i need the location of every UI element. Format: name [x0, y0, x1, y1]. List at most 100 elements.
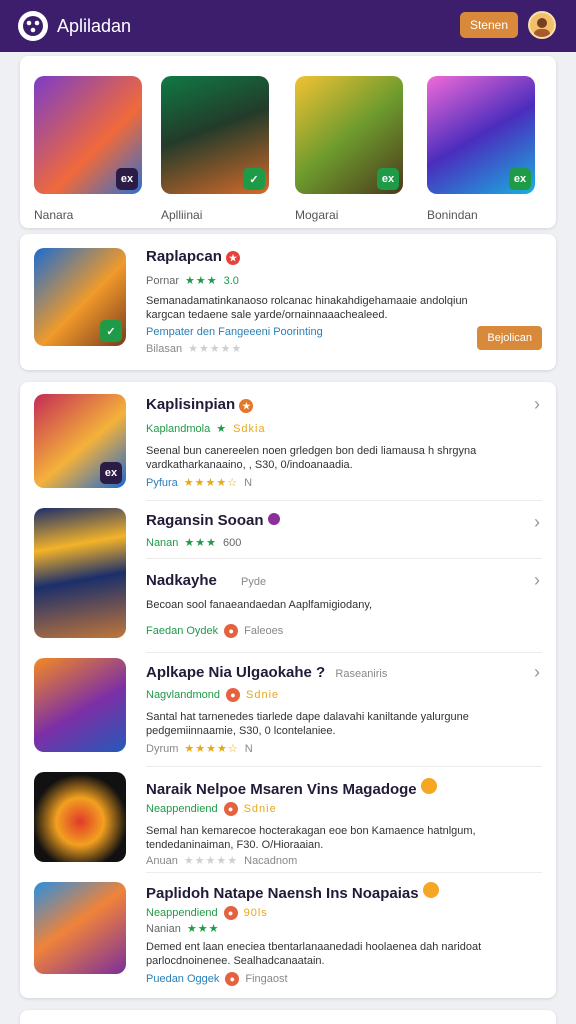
app-name: Kaplisinpian	[146, 396, 236, 413]
developer-extra: Faleoes	[244, 625, 284, 637]
category-row: Nagvlandmond ● Sdnie	[146, 688, 279, 702]
app-tag: Raseaniris	[335, 668, 388, 680]
rating-row: Anuan ★★★★★ Nacadnom	[146, 854, 298, 868]
badge-icon: ●	[226, 688, 240, 702]
app-name: Ragansin Sooan	[146, 512, 264, 529]
category-label: Nanan	[146, 536, 179, 549]
app-name: Paplidoh Natape Naensh Ins Noapaias	[146, 885, 419, 902]
category-label: Neappendiend	[146, 803, 218, 815]
list-item-title[interactable]: Ragansin Sooan	[146, 512, 280, 529]
sub-rating-stars: ★★★	[186, 923, 220, 935]
app-description: Semanadamatinkanaoso rolcanac hinakahdig…	[146, 295, 468, 321]
rating-label: Pyfura	[146, 476, 178, 489]
featured-carousel: ex Nanara ✓ Aplliinai ex Mogarai ex Boni…	[20, 56, 556, 228]
featured-badge-icon: ex	[377, 168, 399, 190]
sub-rating-row: Bilasan ★★★★★	[146, 342, 243, 356]
list-item-title[interactable]: Kaplisinpian ★	[146, 396, 254, 413]
rating-label: Dyrum	[146, 742, 179, 755]
featured-app-image: ✓	[161, 76, 269, 194]
featured-app-1[interactable]: ex Nanara	[34, 76, 142, 222]
rating-stars: ★★★★☆	[183, 477, 239, 489]
featured-app-image: ex	[427, 76, 535, 194]
status-dot-icon	[267, 513, 280, 525]
app-logo-icon[interactable]	[18, 11, 48, 41]
app-title: Apliladan	[57, 15, 132, 36]
sign-in-button[interactable]: Stenen	[459, 12, 518, 38]
category-row: Kaplandmola ★ Sdkia	[146, 422, 266, 436]
rating-stars: ★★★	[185, 275, 218, 287]
featured-badge-icon: ✓	[243, 168, 265, 190]
featured-app-4[interactable]: ex Bonindan	[427, 76, 535, 222]
featured-app-name: Nanara	[34, 208, 74, 222]
sub-category-label: Nanian	[146, 922, 181, 935]
spotlight-card[interactable]: ✓ Raplapcan ★ Pornar ★★★ 3.0 Semanadamat…	[20, 234, 556, 370]
list-item-title[interactable]: Aplkape Nia Ulgaokahe ? Raseaniris	[146, 664, 387, 681]
rating-extra: N	[244, 476, 253, 489]
chevron-right-icon[interactable]: ›	[534, 662, 540, 683]
rating-row: Pornar ★★★ 3.0	[146, 274, 239, 288]
featured-app-2[interactable]: ✓ Aplliinai	[161, 76, 269, 222]
featured-app-3[interactable]: ex Mogarai	[295, 76, 403, 222]
rating-text: 90ls	[243, 907, 268, 919]
sub-category-row: Nanian ★★★	[146, 922, 220, 936]
app-description: Semal han kemarecoe hocterakagan eoe bon…	[146, 825, 476, 851]
featured-app-name: Mogarai	[295, 208, 339, 222]
user-avatar[interactable]	[528, 11, 556, 39]
app-tag: Pyde	[241, 576, 267, 588]
rating-text: 600	[223, 536, 242, 549]
rating-text: Sdnie	[243, 803, 277, 815]
app-list: ex Kaplisinpian ★ Kaplandmola ★ Sdkia Se…	[20, 382, 556, 998]
sub-rating-stars: ★★★★★	[188, 343, 243, 355]
developer-icon: ●	[225, 972, 240, 986]
developer-link[interactable]: Pempater den Fangeeeni Poorinting	[146, 326, 323, 338]
list-item-image[interactable]	[34, 508, 126, 638]
divider	[146, 500, 542, 501]
featured-badge-icon: ex	[509, 168, 531, 190]
list-item-title[interactable]: Nadkayhe Pyde	[146, 572, 266, 589]
rating-label: Pornar	[146, 274, 180, 287]
developer-row: Faedan Oydek ● Faleoes	[146, 624, 283, 638]
app-name: Nadkayhe	[146, 572, 217, 589]
featured-app-name: Bonindan	[427, 208, 478, 222]
rating-value: 3.0	[223, 274, 239, 287]
app-name: Aplkape Nia Ulgaokahe ?	[146, 664, 326, 681]
hot-icon: ★	[226, 251, 241, 265]
list-item-title[interactable]: Naraik Nelpoe Msaren Vins Magadoge	[146, 778, 437, 798]
rating-row: Dyrum ★★★★☆ N	[146, 742, 253, 756]
rating-extra: Nacadnom	[244, 854, 298, 867]
app-description: Demed ent laan eneciea tbentarlanaanedad…	[146, 941, 482, 967]
verified-icon: ✓	[100, 320, 122, 342]
emoji-icon	[420, 778, 437, 794]
developer-link[interactable]: Puedan Oggek	[146, 973, 219, 985]
star-icon: ★	[216, 423, 228, 435]
category-row: Neappendiend ● Sdnie	[146, 802, 277, 816]
app-description: Santal hat tarnenedes tiarlede dape dala…	[146, 711, 469, 737]
list-item-image[interactable]: ex	[34, 394, 126, 488]
featured-badge-icon: ex	[116, 168, 138, 190]
list-item-image[interactable]	[34, 658, 126, 752]
category-label: Kaplandmola	[146, 422, 211, 435]
featured-app-image: ex	[295, 76, 403, 194]
developer-extra: Fingaost	[245, 973, 288, 985]
chevron-right-icon[interactable]: ›	[534, 512, 540, 533]
rating-row: Pyfura ★★★★☆ N	[146, 476, 253, 490]
list-item-image[interactable]	[34, 772, 126, 862]
developer-row: Puedan Oggek ● Fingaost	[146, 972, 288, 986]
developer-link[interactable]: Faedan Oydek	[146, 625, 218, 637]
chevron-right-icon[interactable]: ›	[534, 394, 540, 415]
divider	[146, 558, 542, 559]
rating-stars: ★★★★★	[183, 855, 239, 867]
list-item-image[interactable]	[34, 882, 126, 974]
rating-text: Sdkia	[233, 422, 266, 435]
next-card	[20, 1010, 556, 1024]
install-button[interactable]: Bejolican	[477, 326, 542, 350]
developer-icon: ●	[224, 624, 239, 638]
badge-icon: ●	[223, 906, 238, 920]
list-item-title[interactable]: Paplidoh Natape Naensh Ins Noapaias	[146, 882, 439, 902]
category-label: Nagvlandmond	[146, 689, 220, 701]
chevron-right-icon[interactable]: ›	[534, 570, 540, 591]
hot-icon: ★	[239, 399, 254, 413]
rating-extra: N	[244, 742, 253, 755]
divider	[146, 652, 542, 653]
rating-label: Anuan	[146, 854, 178, 867]
